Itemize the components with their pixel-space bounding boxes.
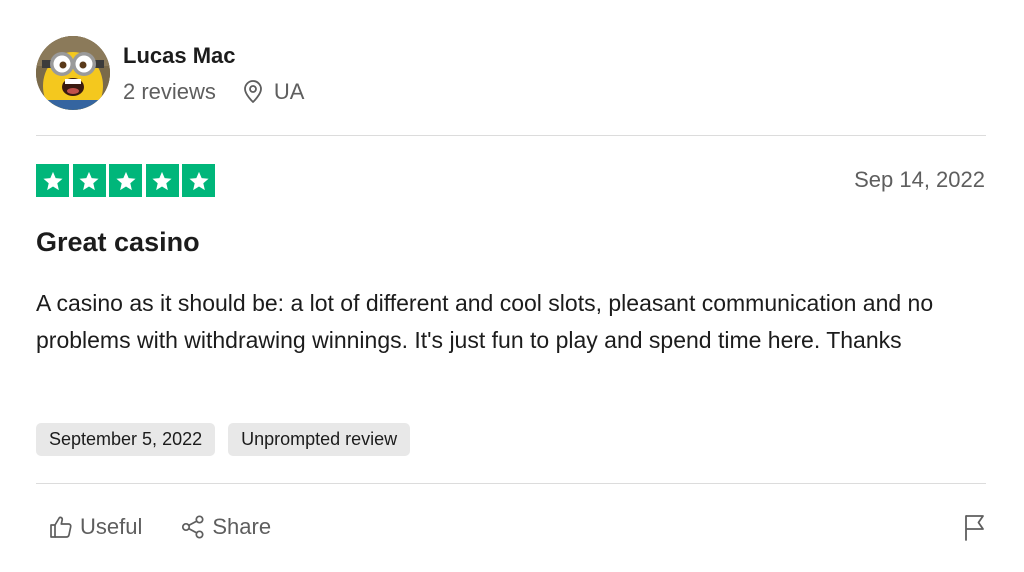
review-card: Lucas Mac 2 reviews UA Sep 14, 2022 Grea… — [0, 0, 1024, 572]
star-icon — [152, 171, 172, 190]
reviewer-stats: 2 reviews UA — [123, 78, 304, 106]
star-icon — [42, 171, 63, 190]
star-icon — [188, 171, 209, 190]
flag-icon — [965, 515, 984, 541]
reviewer-header: Lucas Mac 2 reviews UA — [36, 36, 304, 110]
reviewer-location: UA — [242, 78, 305, 106]
star-1 — [36, 164, 69, 197]
review-tags: September 5, 2022 Unprompted review — [36, 423, 423, 456]
review-title[interactable]: Great casino — [36, 226, 200, 258]
star-icon — [115, 171, 136, 190]
review-actions: Useful Share — [48, 512, 309, 542]
star-3 — [109, 164, 142, 197]
country-code: UA — [273, 79, 305, 104]
thumbs-up-icon — [50, 516, 72, 538]
header-divider — [36, 135, 986, 136]
footer-divider — [36, 483, 986, 484]
experience-date-tag: September 5, 2022 — [36, 423, 216, 456]
review-date: Sep 14, 2022 — [854, 167, 985, 192]
avatar[interactable] — [36, 36, 110, 110]
review-body: A casino as it should be: a lot of diffe… — [36, 290, 934, 353]
reviewer-meta: Lucas Mac 2 reviews UA — [123, 40, 304, 106]
star-4 — [145, 164, 179, 197]
star-5 — [182, 164, 215, 197]
reviewer-name[interactable]: Lucas Mac — [123, 42, 304, 70]
useful-label: Useful — [80, 514, 143, 539]
share-label: Share — [212, 514, 272, 539]
location-pin-icon — [244, 80, 262, 103]
unprompted-review-tag[interactable]: Unprompted review — [228, 423, 411, 456]
star-rating — [36, 164, 215, 197]
reviews-count: 2 reviews — [123, 79, 216, 104]
report-button[interactable] — [962, 513, 986, 546]
share-icon — [182, 515, 204, 539]
star-icon — [79, 171, 99, 190]
useful-button[interactable]: Useful — [48, 512, 142, 542]
minion-avatar-image — [36, 36, 110, 110]
star-2 — [72, 164, 106, 197]
share-button[interactable]: Share — [180, 512, 271, 542]
